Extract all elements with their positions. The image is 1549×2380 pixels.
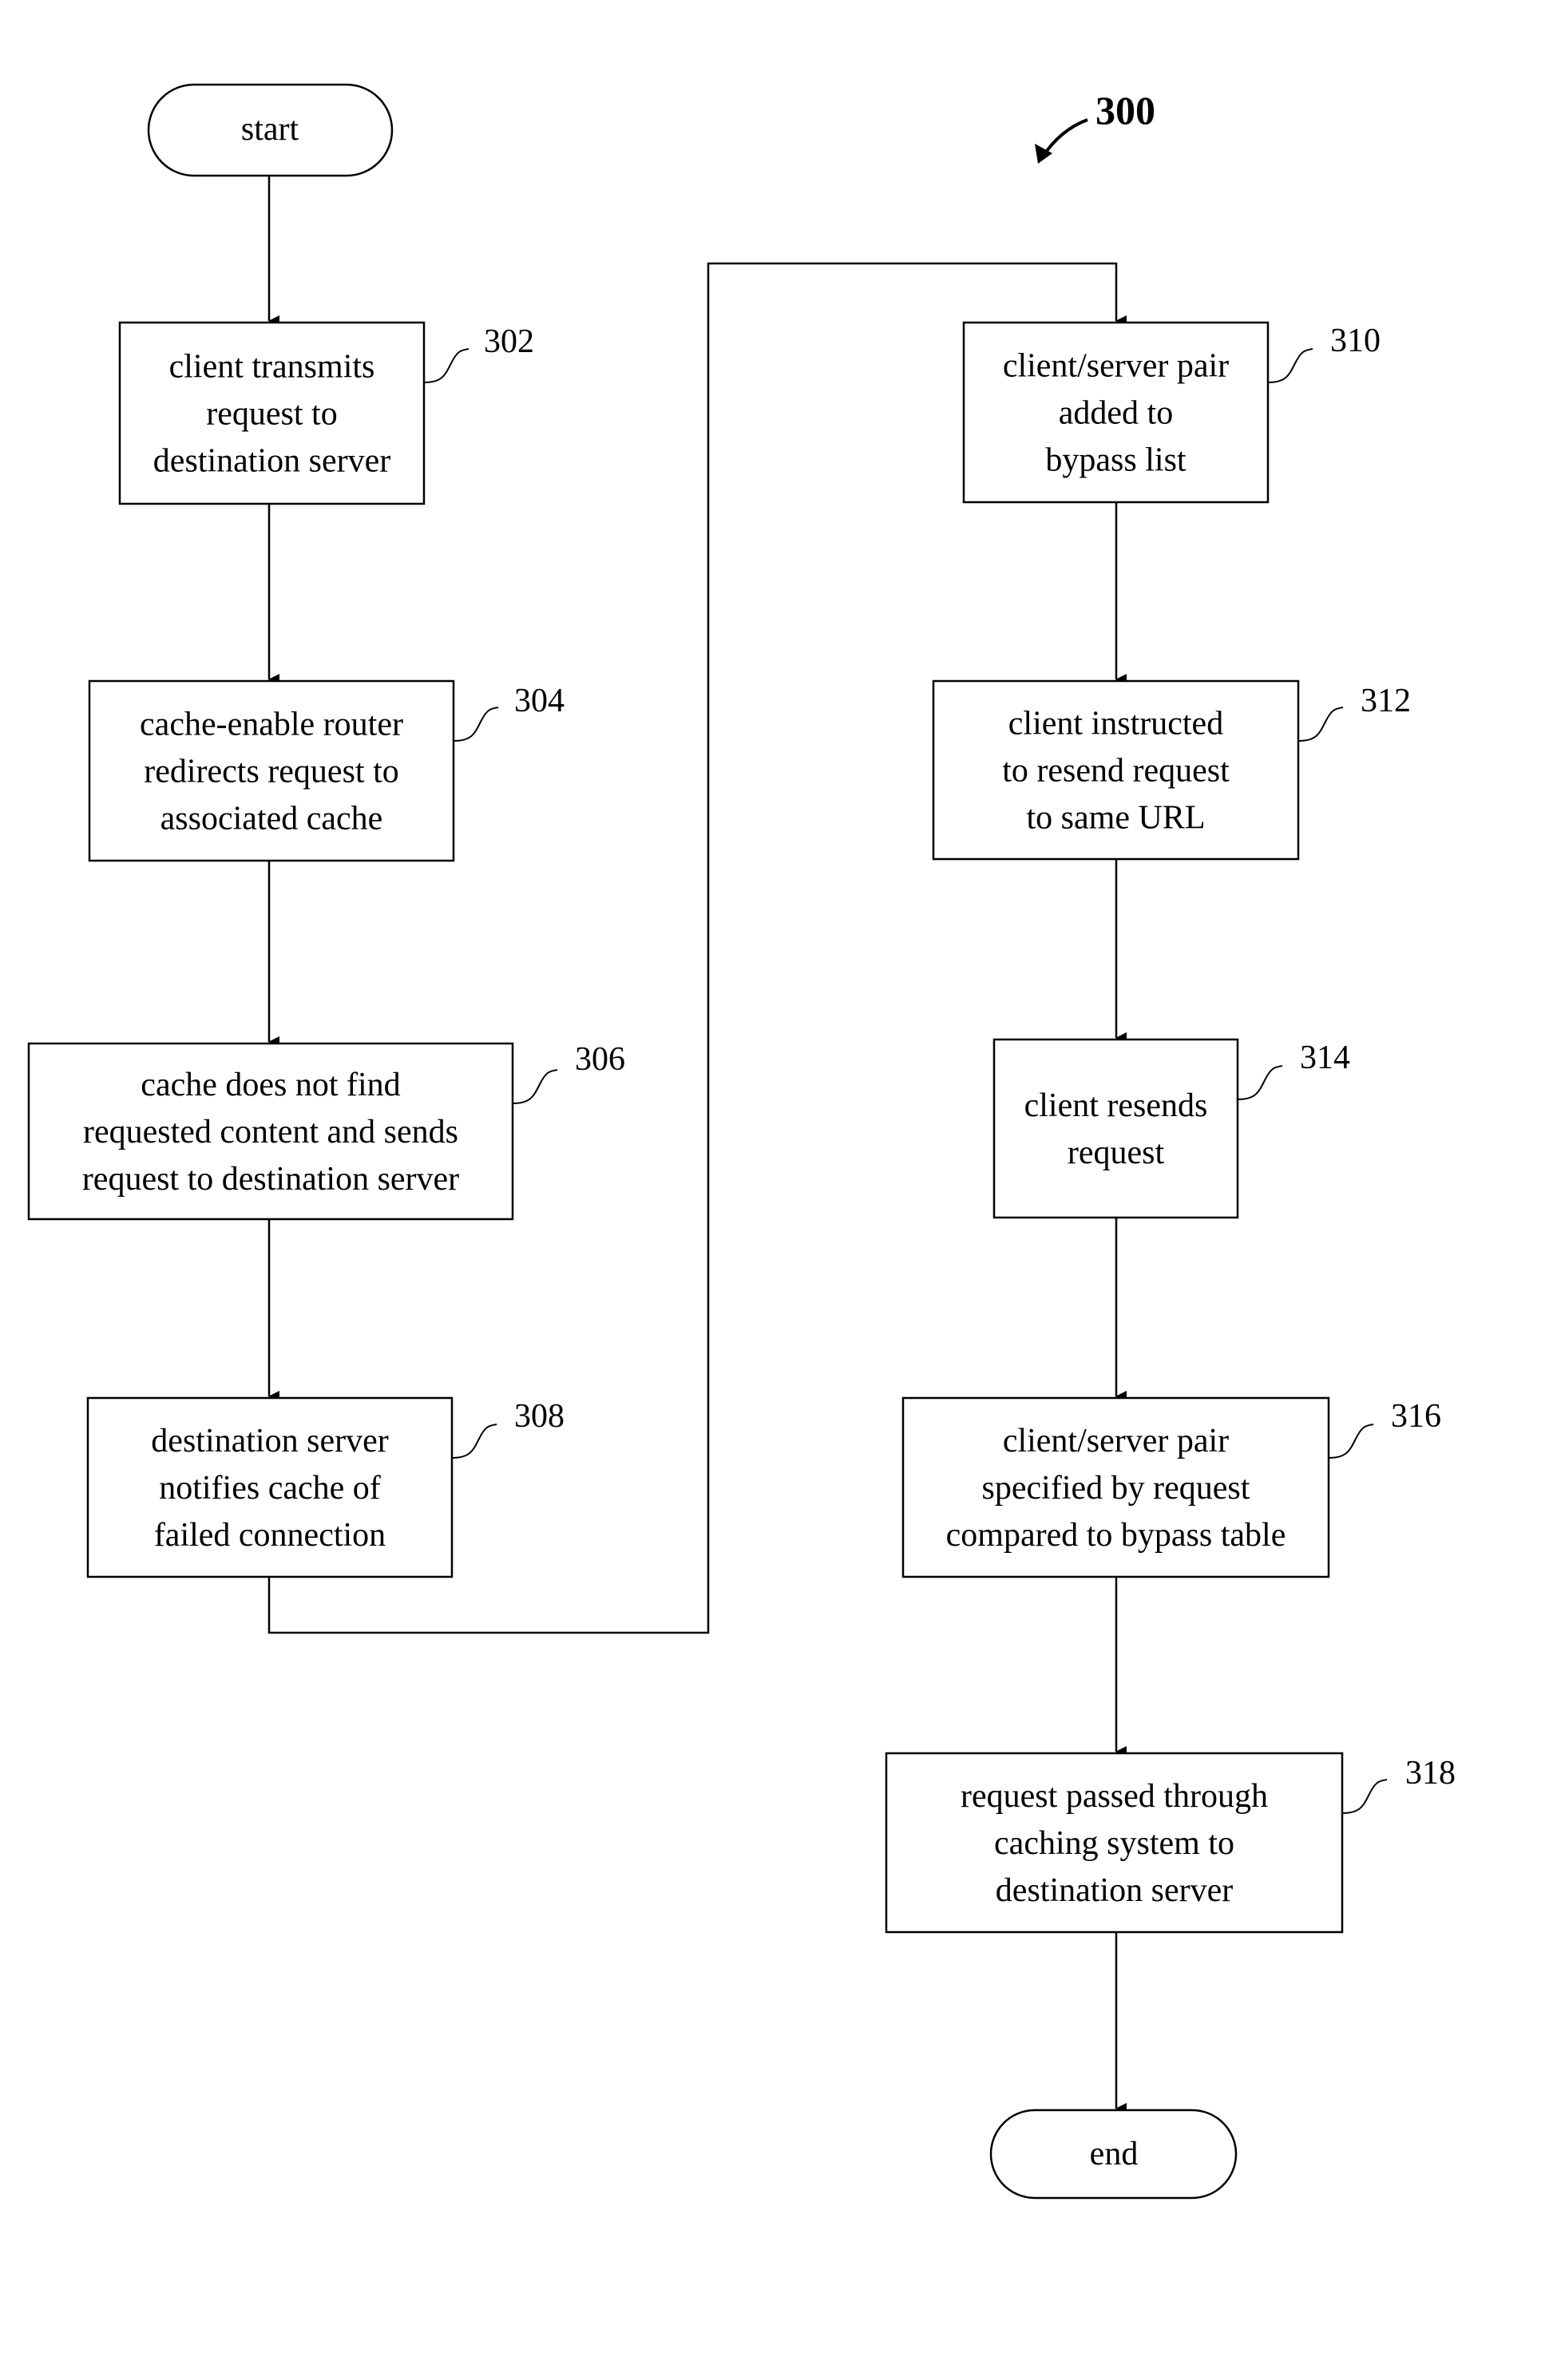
reference-numeral: 308 [514,1398,565,1435]
step-box [992,1038,1239,1219]
step-312: client instructed to resend request to sam… [932,679,1411,861]
reference-numeral: 306 [575,1041,625,1078]
step-text-line: client transmits [169,349,375,386]
reference-numeral: 310 [1330,323,1381,359]
start-terminal: start [147,83,394,177]
step-text-line: notifies cache of [159,1470,381,1507]
step-text-line: requested content and sends [83,1114,458,1150]
reference-numeral: 316 [1391,1398,1441,1435]
step-text-line: caching system to [994,1825,1234,1862]
flowchart: 300 start end client transmits request to… [27,83,1456,2200]
step-text-line: to same URL [1027,800,1206,837]
reference-leader-line [1297,707,1344,742]
reference-leader-line [451,1424,497,1459]
step-text-line: request to destination server [82,1161,459,1198]
reference-leader-line [453,707,499,742]
step-text-line: client resends [1024,1087,1208,1124]
end-terminal: end [989,2109,1238,2200]
step-text-line: client/server pair [1003,1423,1229,1459]
step-text-line: destination server [151,1423,388,1459]
reference-leader-line [1328,1424,1374,1459]
reference-leader-line [512,1069,558,1104]
reference-leader-line [423,348,469,383]
step-text-line: request [1068,1135,1165,1171]
step-text-line: added to [1059,395,1173,432]
step-text-line: request passed through [961,1778,1268,1815]
step-text-line: bypass list [1045,442,1187,479]
step-308: destination server notifies cache of faile… [86,1396,565,1578]
reference-leader-line [1267,348,1313,383]
step-314: client resends request 314 [992,1038,1350,1219]
step-text-line: client/server pair [1003,348,1229,385]
start-label: start [241,111,299,148]
figure-number: 300 [1095,88,1155,133]
step-text-line: failed connection [154,1517,386,1554]
step-text-line: cache does not find [141,1067,400,1103]
step-text-line: redirects request to [144,754,399,790]
step-text-line: destination server [996,1872,1233,1909]
step-text-line: cache-enable router [140,707,403,743]
step-318: request passed through caching system to d… [885,1752,1456,1934]
step-text-line: to resend request [1002,753,1230,790]
step-text-line: compared to bypass table [946,1517,1286,1554]
reference-numeral: 304 [514,683,565,719]
reference-leader-line [1237,1065,1283,1100]
step-text-line: destination server [153,443,390,480]
step-304: cache-enable router redirects request to a… [88,679,565,862]
step-310: client/server pair added to bypass list 310 [962,321,1381,504]
reference-numeral: 314 [1300,1040,1350,1076]
reference-numeral: 302 [484,323,534,360]
step-text-line: client instructed [1008,706,1223,743]
step-302: client transmits request to destination se… [118,321,534,505]
step-text-line: specified by request [982,1470,1250,1507]
reference-leader-line [1341,1779,1388,1814]
step-306: cache does not find requested content and… [27,1041,625,1221]
step-316: client/server pair specified by request co… [901,1396,1441,1578]
reference-numeral: 318 [1405,1755,1456,1792]
end-label: end [1090,2136,1139,2172]
figure-pointer-arrow [1041,118,1088,158]
reference-numeral: 312 [1361,683,1411,719]
step-text-line: associated cache [160,801,383,838]
step-text-line: request to [206,396,337,433]
